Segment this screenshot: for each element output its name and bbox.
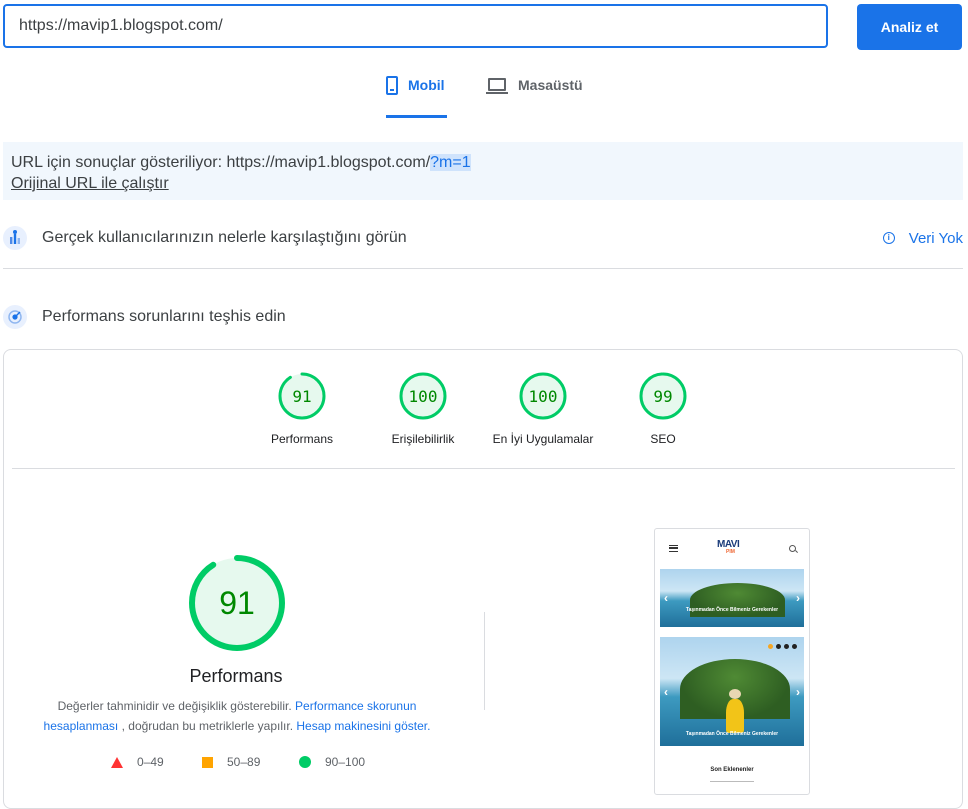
gauge-ring: 99 bbox=[639, 372, 687, 420]
recent-posts-title: Son Eklenenler bbox=[710, 767, 754, 773]
notice-highlight: ?m=1 bbox=[430, 154, 471, 171]
chevron-right-icon: › bbox=[796, 591, 800, 605]
gauge-best-practices[interactable]: 100 En İyi Uygulamalar bbox=[483, 372, 603, 446]
gauge-value: 91 bbox=[292, 386, 312, 406]
performance-description: Değerler tahminidir ve değişiklik göster… bbox=[32, 696, 442, 736]
desc-text-2: , doğrudan bu metriklerle yapılır. bbox=[121, 719, 294, 733]
report-card: 91 Performans 100 Erişilebilirlik 100 En… bbox=[3, 349, 963, 809]
crux-section: Gerçek kullanıcılarınızın nelerle karşıl… bbox=[3, 226, 963, 250]
phone-icon bbox=[386, 76, 398, 95]
triangle-icon bbox=[111, 756, 123, 768]
field-data-icon bbox=[3, 226, 27, 250]
desc-text-1: Değerler tahminidir ve değişiklik göster… bbox=[57, 699, 292, 713]
chevron-left-icon: ‹ bbox=[664, 591, 668, 605]
diagnose-title: Performans sorunlarını teşhis edin bbox=[42, 308, 286, 325]
chevron-left-icon: ‹ bbox=[664, 685, 668, 699]
gauge-value: 100 bbox=[528, 386, 558, 406]
tab-mobile-label: Mobil bbox=[408, 77, 445, 93]
slide-dots bbox=[768, 644, 797, 649]
gauge-label: Performans bbox=[270, 432, 334, 446]
site-logo-sub: PIM bbox=[726, 549, 735, 555]
slide-caption: Taşınmadan Önce Bilmeniz Gerekenler bbox=[685, 731, 779, 737]
crux-title: Gerçek kullanıcılarınızın nelerle karşıl… bbox=[42, 229, 407, 246]
search-icon bbox=[789, 545, 796, 552]
analyze-button[interactable]: Analiz et bbox=[857, 4, 962, 50]
performance-score: 91 bbox=[219, 584, 255, 621]
no-data-label: Veri Yok bbox=[908, 229, 963, 247]
gauge-value: 99 bbox=[653, 386, 673, 406]
page-screenshot: MAVI PIM ‹ › Taşınmadan Önce Bilmeniz Ge… bbox=[654, 528, 810, 795]
slide-1: ‹ › Taşınmadan Önce Bilmeniz Gerekenler bbox=[660, 569, 804, 627]
recent-posts-underline bbox=[710, 781, 754, 782]
vertical-divider bbox=[484, 612, 485, 710]
slide-2: ‹ › Taşınmadan Önce Bilmeniz Gerekenler bbox=[660, 637, 804, 746]
tab-desktop[interactable]: Masaüstü bbox=[486, 78, 583, 118]
tab-mobile[interactable]: Mobil bbox=[386, 76, 447, 118]
gauge-ring: 100 bbox=[519, 372, 567, 420]
legend-fail: 0–49 bbox=[111, 755, 164, 769]
url-notice: URL için sonuçlar gösteriliyor: https://… bbox=[3, 142, 963, 200]
person-figure bbox=[726, 689, 744, 733]
info-icon: i bbox=[882, 232, 895, 244]
calculator-link[interactable]: Hesap makinesini göster. bbox=[296, 719, 430, 733]
chevron-right-icon: › bbox=[796, 685, 800, 699]
gauge-label: En İyi Uygulamalar bbox=[492, 432, 594, 446]
legend-average: 50–89 bbox=[202, 755, 260, 769]
legend-range: 0–49 bbox=[137, 755, 164, 769]
laptop-icon bbox=[486, 78, 508, 95]
gauge-label: Erişilebilirlik bbox=[391, 432, 455, 446]
slide-caption: Taşınmadan Önce Bilmeniz Gerekenler bbox=[685, 607, 779, 613]
gauge-ring: 100 bbox=[399, 372, 447, 420]
legend-pass: 90–100 bbox=[299, 755, 365, 769]
no-data-link[interactable]: i Veri Yok bbox=[882, 229, 963, 247]
performance-big-gauge: 91 bbox=[187, 553, 287, 653]
url-input[interactable] bbox=[3, 4, 828, 48]
run-original-url-link[interactable]: Orijinal URL ile çalıştır bbox=[11, 175, 169, 192]
legend-range: 90–100 bbox=[325, 755, 366, 769]
lab-data-icon bbox=[3, 305, 27, 329]
screenshot-header: MAVI PIM bbox=[655, 529, 809, 565]
circle-icon bbox=[299, 756, 311, 768]
gauge-ring: 91 bbox=[278, 372, 326, 420]
gauge-accessibility[interactable]: 100 Erişilebilirlik bbox=[363, 372, 483, 446]
gauges-divider bbox=[12, 468, 955, 469]
section-divider bbox=[3, 268, 963, 269]
gauge-performance[interactable]: 91 Performans bbox=[242, 372, 362, 446]
tab-desktop-label: Masaüstü bbox=[518, 77, 583, 93]
gauge-label: SEO bbox=[650, 432, 676, 446]
gauge-value: 100 bbox=[408, 386, 438, 406]
legend-range: 50–89 bbox=[227, 755, 261, 769]
diagnose-section: Performans sorunlarını teşhis edin bbox=[3, 305, 963, 329]
gauge-seo[interactable]: 99 SEO bbox=[603, 372, 723, 446]
notice-text: URL için sonuçlar gösteriliyor: https://… bbox=[11, 154, 431, 171]
menu-icon bbox=[669, 545, 678, 552]
square-icon bbox=[202, 756, 213, 768]
performance-label: Performans bbox=[189, 666, 283, 686]
